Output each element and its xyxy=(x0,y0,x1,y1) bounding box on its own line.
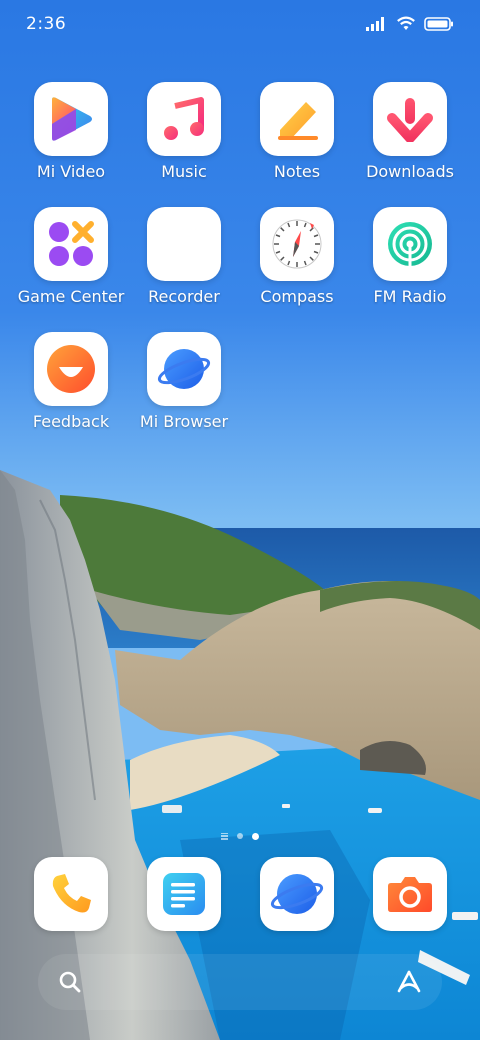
app-compass[interactable]: Compass xyxy=(241,207,353,319)
app-label: Recorder xyxy=(148,287,220,306)
compass-icon[interactable] xyxy=(260,207,334,281)
status-time: 2:36 xyxy=(26,14,67,34)
music-icon[interactable] xyxy=(147,82,221,156)
app-label: Feedback xyxy=(32,412,110,431)
app-label: Music xyxy=(161,162,207,181)
page-indicator[interactable] xyxy=(200,829,280,843)
feedback-icon[interactable] xyxy=(34,332,108,406)
search-bar[interactable] xyxy=(38,954,442,1010)
game-center-icon[interactable] xyxy=(34,207,108,281)
camera-icon xyxy=(388,877,432,912)
app-label: Compass xyxy=(260,287,334,306)
app-feedback[interactable]: Feedback xyxy=(15,332,127,444)
mi-browser-icon[interactable] xyxy=(147,332,221,406)
dock-messages[interactable] xyxy=(147,857,221,931)
phone-icon xyxy=(52,874,91,913)
mi-video-icon[interactable] xyxy=(34,82,108,156)
app-mi-video[interactable]: Mi Video xyxy=(15,82,127,194)
status-icons xyxy=(366,16,454,32)
signal-icon xyxy=(366,17,384,31)
dock-phone[interactable] xyxy=(34,857,108,931)
wifi-icon xyxy=(397,16,415,30)
assistant-icon[interactable] xyxy=(396,969,422,995)
app-notes[interactable]: Notes xyxy=(241,82,353,194)
app-fm-radio[interactable]: FM Radio xyxy=(354,207,466,319)
app-label: Downloads xyxy=(366,162,454,181)
fm-radio-icon[interactable] xyxy=(373,207,447,281)
app-label: Mi Browser xyxy=(139,412,229,431)
dock-browser[interactable] xyxy=(260,857,334,931)
page-dot-active xyxy=(252,832,259,840)
recorder-icon[interactable] xyxy=(147,207,221,281)
app-downloads[interactable]: Downloads xyxy=(354,82,466,194)
app-label: Game Center xyxy=(17,287,125,306)
app-recorder[interactable]: Recorder xyxy=(128,207,240,319)
status-bar: 2:36 xyxy=(0,0,480,50)
dock-camera[interactable] xyxy=(373,857,447,931)
app-label: Mi Video xyxy=(36,162,106,181)
page-dot xyxy=(237,833,243,839)
downloads-icon[interactable] xyxy=(373,82,447,156)
app-label: FM Radio xyxy=(373,287,447,306)
home-feed-indicator xyxy=(221,832,228,840)
browser-icon xyxy=(270,874,324,914)
messages-icon xyxy=(163,873,205,915)
notes-icon[interactable] xyxy=(260,82,334,156)
battery-icon xyxy=(424,17,453,31)
app-game-center[interactable]: Game Center xyxy=(15,207,127,319)
app-mi-browser[interactable]: Mi Browser xyxy=(128,332,240,444)
search-icon[interactable] xyxy=(58,970,82,994)
app-music[interactable]: Music xyxy=(128,82,240,194)
app-label: Notes xyxy=(273,162,321,181)
